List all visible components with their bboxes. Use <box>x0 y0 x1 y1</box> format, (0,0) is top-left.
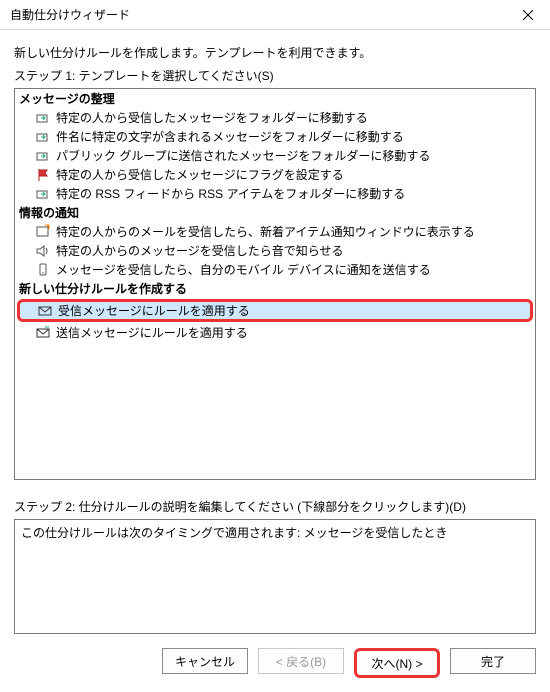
list-item[interactable]: 特定の人からのメールを受信したら、新着アイテム通知ウィンドウに表示する <box>15 222 535 241</box>
list-item-label: メッセージを受信したら、自分のモバイル デバイスに通知を送信する <box>56 261 431 278</box>
envelope-send-icon <box>35 325 51 341</box>
template-listbox[interactable]: メッセージの整理 特定の人から受信したメッセージをフォルダーに移動する 件名に特… <box>14 88 536 480</box>
rule-description-box[interactable]: この仕分けルールは次のタイミングで適用されます: メッセージを受信したとき <box>14 519 536 634</box>
group-header-organize: メッセージの整理 <box>15 89 535 108</box>
step2-label: ステップ 2: 仕分けルールの説明を編集してください (下線部分をクリックします… <box>14 498 536 515</box>
mobile-icon <box>35 262 51 278</box>
move-folder-icon <box>35 129 51 145</box>
window-title: 自動仕分けウィザード <box>10 6 130 23</box>
rss-folder-icon <box>35 186 51 202</box>
list-item-label: 件名に特定の文字が含まれるメッセージをフォルダーに移動する <box>56 128 404 145</box>
back-button: < 戻る(B) <box>258 648 344 674</box>
close-button[interactable] <box>505 0 550 30</box>
move-folder-icon <box>35 110 51 126</box>
move-folder-icon <box>35 148 51 164</box>
list-item[interactable]: 送信メッセージにルールを適用する <box>15 323 535 342</box>
finish-button[interactable]: 完了 <box>450 648 536 674</box>
back-button-label: < 戻る(B) <box>276 653 326 670</box>
step1-label: ステップ 1: テンプレートを選択してください(S) <box>14 67 536 84</box>
rule-description-text: この仕分けルールは次のタイミングで適用されます: メッセージを受信したとき <box>21 526 447 540</box>
next-button-label: 次へ(N) > <box>371 655 422 672</box>
list-item-label: 特定の人から受信したメッセージをフォルダーに移動する <box>56 109 368 126</box>
list-item-selected[interactable]: 受信メッセージにルールを適用する <box>17 299 533 322</box>
list-item-label: 特定の人からのメールを受信したら、新着アイテム通知ウィンドウに表示する <box>56 223 475 240</box>
next-button[interactable]: 次へ(N) > <box>354 648 440 678</box>
list-item-label: 送信メッセージにルールを適用する <box>56 324 248 341</box>
cancel-button-label: キャンセル <box>175 653 235 670</box>
list-item[interactable]: パブリック グループに送信されたメッセージをフォルダーに移動する <box>15 146 535 165</box>
list-item-label: 特定の人から受信したメッセージにフラグを設定する <box>56 166 344 183</box>
list-item[interactable]: 件名に特定の文字が含まれるメッセージをフォルダーに移動する <box>15 127 535 146</box>
list-item[interactable]: 特定の人から受信したメッセージをフォルダーに移動する <box>15 108 535 127</box>
list-item[interactable]: 特定の人から受信したメッセージにフラグを設定する <box>15 165 535 184</box>
list-item-label: 受信メッセージにルールを適用する <box>58 302 250 319</box>
list-item[interactable]: 特定の RSS フィードから RSS アイテムをフォルダーに移動する <box>15 184 535 203</box>
finish-button-label: 完了 <box>481 653 505 670</box>
wizard-content: 新しい仕分けルールを作成します。テンプレートを利用できます。 ステップ 1: テ… <box>0 30 550 634</box>
flag-icon <box>35 167 51 183</box>
list-item-label: パブリック グループに送信されたメッセージをフォルダーに移動する <box>56 147 430 164</box>
list-item[interactable]: 特定の人からのメッセージを受信したら音で知らせる <box>15 241 535 260</box>
group-header-new: 新しい仕分けルールを作成する <box>15 279 535 298</box>
list-item-label: 特定の人からのメッセージを受信したら音で知らせる <box>56 242 344 259</box>
list-item[interactable]: メッセージを受信したら、自分のモバイル デバイスに通知を送信する <box>15 260 535 279</box>
intro-text: 新しい仕分けルールを作成します。テンプレートを利用できます。 <box>14 44 536 61</box>
envelope-icon <box>37 303 53 319</box>
sound-icon <box>35 243 51 259</box>
new-window-icon <box>35 224 51 240</box>
wizard-buttons: キャンセル < 戻る(B) 次へ(N) > 完了 <box>0 634 550 692</box>
cancel-button[interactable]: キャンセル <box>162 648 248 674</box>
titlebar: 自動仕分けウィザード <box>0 0 550 30</box>
close-icon <box>523 10 533 20</box>
group-header-notify: 情報の通知 <box>15 203 535 222</box>
list-item-label: 特定の RSS フィードから RSS アイテムをフォルダーに移動する <box>56 185 405 202</box>
